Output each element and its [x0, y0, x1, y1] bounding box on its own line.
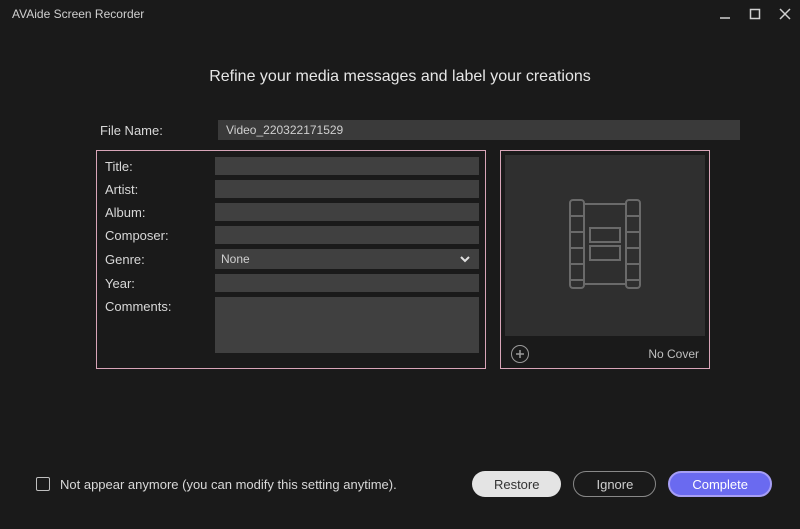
- filename-input[interactable]: [218, 120, 740, 140]
- composer-label: Composer:: [103, 228, 215, 243]
- app-title: AVAide Screen Recorder: [12, 7, 144, 21]
- title-input[interactable]: [215, 157, 479, 175]
- album-label: Album:: [103, 205, 215, 220]
- cover-bottom-bar: No Cover: [501, 340, 709, 368]
- no-cover-label: No Cover: [648, 347, 699, 361]
- chevron-down-icon: [459, 253, 471, 268]
- maximize-icon[interactable]: [748, 7, 762, 21]
- filename-row: File Name:: [56, 120, 744, 140]
- metadata-panel: Title: Artist: Album: Composer: Genre: N…: [96, 150, 486, 369]
- year-label: Year:: [103, 276, 215, 291]
- close-icon[interactable]: [778, 7, 792, 21]
- title-label: Title:: [103, 159, 215, 174]
- cover-art-area[interactable]: [505, 155, 705, 336]
- not-appear-checkbox[interactable]: [36, 477, 50, 491]
- genre-select[interactable]: None: [215, 249, 479, 269]
- film-icon: [566, 196, 644, 295]
- genre-label: Genre:: [103, 252, 215, 267]
- restore-button[interactable]: Restore: [472, 471, 562, 497]
- window-controls: [718, 7, 792, 21]
- cover-panel: No Cover: [500, 150, 710, 369]
- filename-label: File Name:: [100, 123, 218, 138]
- ignore-button[interactable]: Ignore: [573, 471, 656, 497]
- genre-selected-value: None: [221, 252, 250, 266]
- not-appear-label: Not appear anymore (you can modify this …: [60, 477, 397, 492]
- album-input[interactable]: [215, 203, 479, 221]
- footer: Not appear anymore (you can modify this …: [0, 471, 800, 497]
- artist-input[interactable]: [215, 180, 479, 198]
- add-cover-button[interactable]: [511, 345, 529, 363]
- complete-button[interactable]: Complete: [668, 471, 772, 497]
- year-input[interactable]: [215, 274, 479, 292]
- comments-label: Comments:: [103, 297, 215, 314]
- minimize-icon[interactable]: [718, 7, 732, 21]
- comments-input[interactable]: [215, 297, 479, 353]
- page-heading: Refine your media messages and label you…: [56, 68, 744, 86]
- titlebar: AVAide Screen Recorder: [0, 0, 800, 28]
- composer-input[interactable]: [215, 226, 479, 244]
- artist-label: Artist:: [103, 182, 215, 197]
